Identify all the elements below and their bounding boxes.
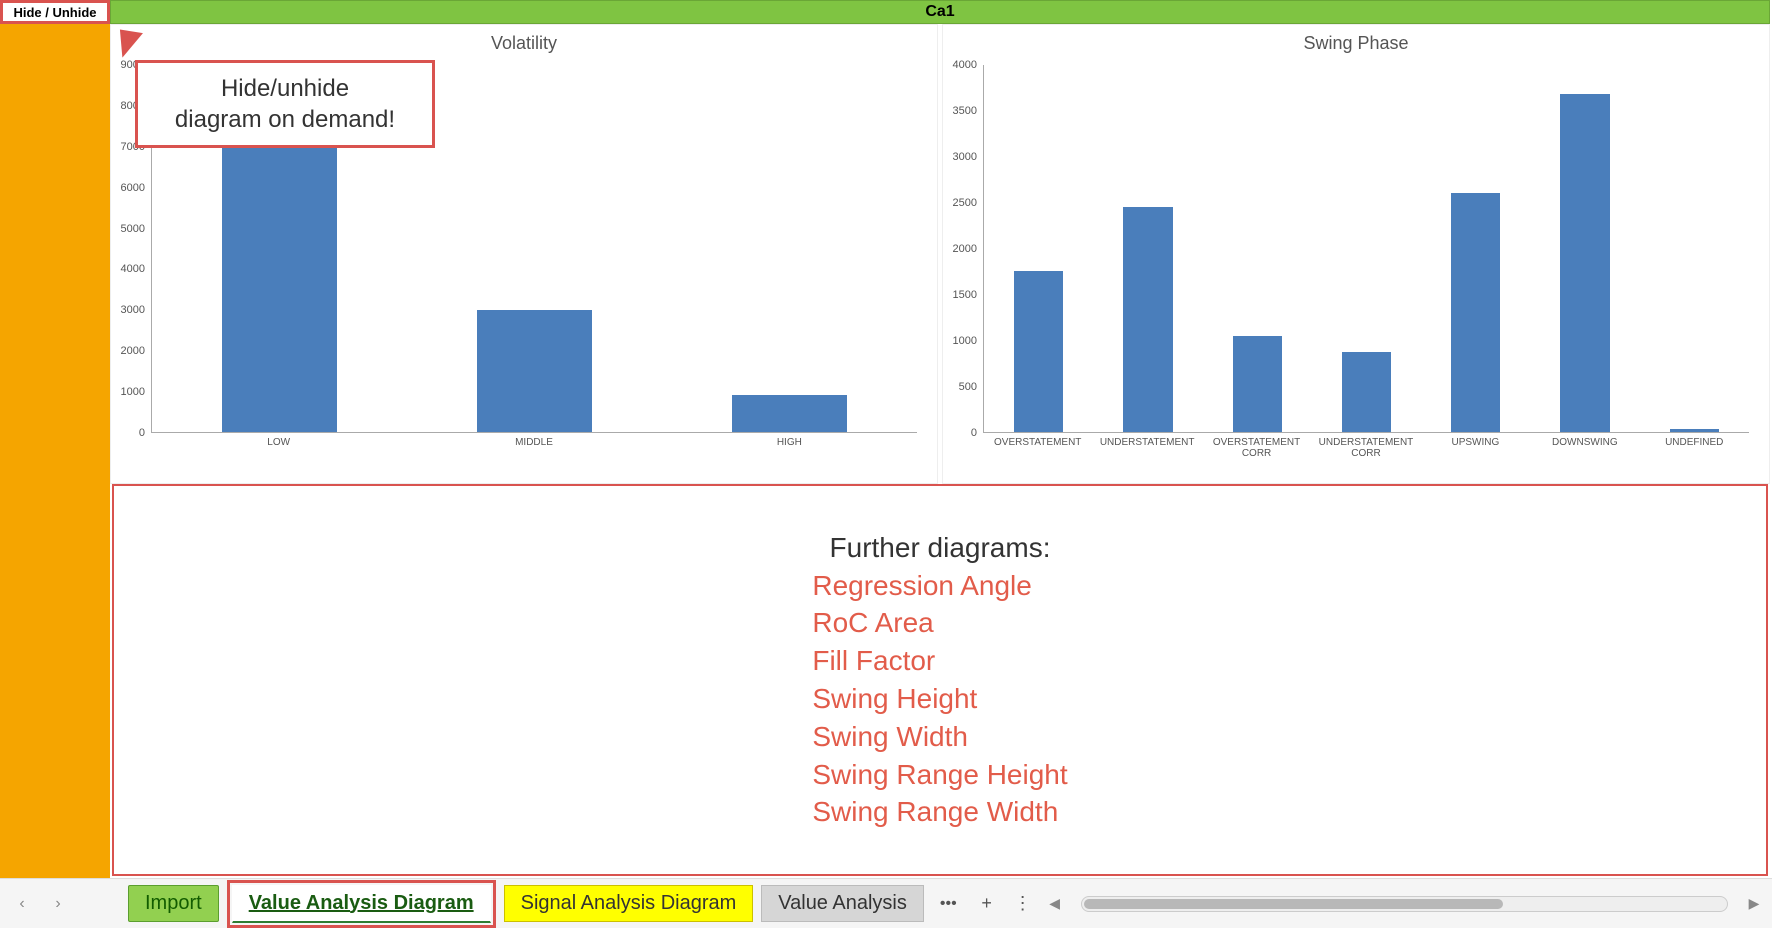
further-diagrams-title: Further diagrams: [830, 529, 1051, 567]
x-label: UPSWING [1421, 437, 1530, 473]
further-diagram-item: Regression Angle [812, 567, 1067, 605]
hscroll-right-icon[interactable]: ▶ [1744, 895, 1764, 912]
tab-import[interactable]: Import [128, 885, 219, 922]
chart-title-volatility: Volatility [111, 25, 937, 54]
tab-signal-analysis-diagram[interactable]: Signal Analysis Diagram [504, 885, 754, 922]
horizontal-scrollbar-thumb[interactable] [1084, 899, 1503, 909]
further-diagram-item: Swing Height [812, 680, 1067, 718]
left-sidebar-strip [0, 24, 110, 878]
further-diagrams-list: Regression AngleRoC AreaFill FactorSwing… [812, 567, 1067, 832]
chart-bar [222, 134, 337, 432]
tab-value-analysis-diagram-label: Value Analysis Diagram [249, 892, 474, 914]
x-label: UNDERSTATEMENT CORR [1311, 437, 1420, 473]
chart-swing-phase: Swing Phase 0500100015002000250030003500… [942, 24, 1770, 484]
y-tick: 3500 [953, 105, 977, 117]
tab-value-analysis[interactable]: Value Analysis [761, 885, 924, 922]
further-diagram-item: Swing Width [812, 718, 1067, 756]
callout-box: Hide/unhide diagram on demand! [135, 60, 435, 148]
y-tick: 2500 [953, 197, 977, 209]
chart-bar [1233, 336, 1282, 432]
chart-bar [1451, 193, 1500, 432]
x-label: OVERSTATEMENT [983, 437, 1092, 473]
y-tick: 3000 [121, 304, 145, 316]
callout-line-1: Hide/unhide [154, 73, 416, 104]
tab-nav-prev-icon[interactable]: ‹ [8, 890, 36, 918]
hide-unhide-label: Hide / Unhide [13, 5, 96, 20]
sheet-menu-icon[interactable]: ⋮ [1009, 890, 1037, 918]
y-tick: 2000 [953, 243, 977, 255]
chart-body-swing-phase: 05001000150020002500300035004000 [983, 65, 1749, 433]
y-tick: 3000 [953, 151, 977, 163]
chart-bar [732, 395, 847, 432]
horizontal-scrollbar[interactable] [1081, 896, 1728, 912]
tab-active-highlight: Value Analysis Diagram [227, 880, 496, 928]
add-sheet-button[interactable]: + [973, 890, 1001, 918]
chart-bar [1670, 429, 1719, 432]
x-label: DOWNSWING [1530, 437, 1639, 473]
sheet-header-title: Ca1 [925, 3, 954, 21]
hide-unhide-button[interactable]: Hide / Unhide [0, 0, 110, 24]
chart-bar [1560, 94, 1609, 432]
further-diagram-item: Fill Factor [812, 642, 1067, 680]
chart-yaxis-swing-phase: 05001000150020002500300035004000 [943, 65, 981, 433]
tab-signal-analysis-diagram-label: Signal Analysis Diagram [521, 892, 737, 914]
chart-bar [477, 310, 592, 432]
y-tick: 2000 [121, 345, 145, 357]
tab-import-label: Import [145, 892, 202, 914]
y-tick: 6000 [121, 182, 145, 194]
y-tick: 4000 [953, 59, 977, 71]
y-tick: 0 [971, 427, 977, 439]
tab-value-analysis-label: Value Analysis [778, 892, 907, 914]
x-label: LOW [151, 437, 406, 473]
tab-nav-next-icon[interactable]: › [44, 890, 72, 918]
x-label: OVERSTATEMENT CORR [1202, 437, 1311, 473]
y-tick: 1000 [953, 335, 977, 347]
further-diagram-item: RoC Area [812, 604, 1067, 642]
x-label: HIGH [662, 437, 917, 473]
tab-overflow-icon[interactable]: ••• [932, 889, 965, 919]
y-tick: 500 [959, 381, 977, 393]
chart-xlabels-swing-phase: OVERSTATEMENTUNDERSTATEMENTOVERSTATEMENT… [983, 437, 1749, 473]
y-tick: 1000 [121, 386, 145, 398]
chart-xlabels-volatility: LOWMIDDLEHIGH [151, 437, 917, 473]
x-label: MIDDLE [406, 437, 661, 473]
hscroll-left-icon[interactable]: ◀ [1045, 895, 1065, 912]
chart-title-swing-phase: Swing Phase [943, 25, 1769, 54]
sheet-tab-bar: ‹ › Import Value Analysis Diagram Signal… [0, 878, 1772, 928]
chart-bar [1014, 271, 1063, 432]
further-diagrams-panel: Further diagrams: Regression AngleRoC Ar… [112, 484, 1768, 876]
further-diagram-item: Swing Range Width [812, 793, 1067, 831]
y-tick: 1500 [953, 289, 977, 301]
sheet-header-bar: Ca1 [110, 0, 1770, 24]
callout-line-2: diagram on demand! [154, 104, 416, 135]
y-tick: 0 [139, 427, 145, 439]
tab-value-analysis-diagram[interactable]: Value Analysis Diagram [232, 885, 491, 923]
y-tick: 4000 [121, 263, 145, 275]
chart-bar [1342, 352, 1391, 432]
x-label: UNDEFINED [1640, 437, 1749, 473]
chart-plot-swing-phase [983, 65, 1749, 433]
x-label: UNDERSTATEMENT [1092, 437, 1201, 473]
chart-bar [1123, 207, 1172, 432]
y-tick: 5000 [121, 223, 145, 235]
further-diagram-item: Swing Range Height [812, 756, 1067, 794]
